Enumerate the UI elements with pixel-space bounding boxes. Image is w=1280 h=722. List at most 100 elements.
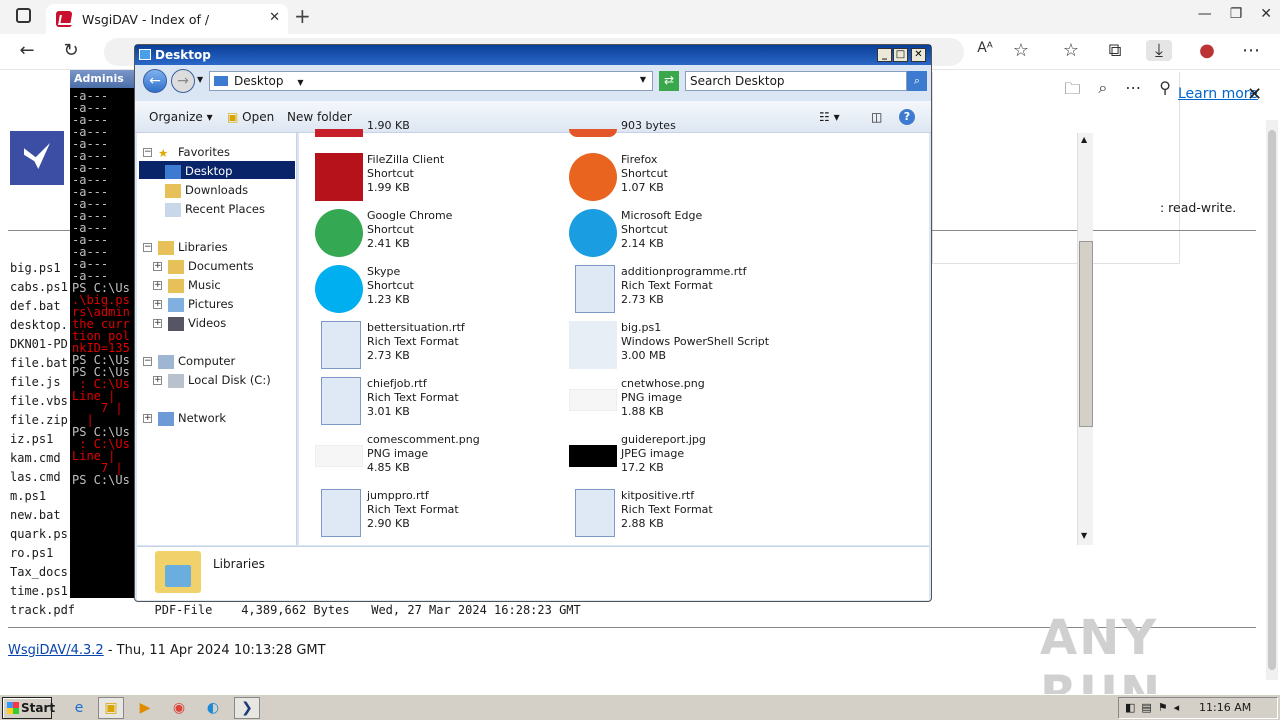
change-view-icon[interactable]: ☷ ▾: [819, 110, 840, 124]
minimize-icon[interactable]: _: [877, 48, 892, 62]
powershell-window[interactable]: -a--- -a--- -a--- -a--- -a--- -a--- -a--- -a---…: [70, 70, 136, 598]
explorer-taskbar-icon[interactable]: ▣: [98, 697, 124, 719]
file-size: 2.73 KB: [621, 293, 664, 306]
file-item[interactable]: chiefjob.rtf Rich Text Format 3.01 KB: [315, 375, 565, 429]
breadcrumb[interactable]: Desktop ▼ ▼: [209, 71, 653, 91]
nav-videos[interactable]: + Videos: [153, 316, 226, 331]
learn-more-link[interactable]: Learn more: [1178, 86, 1258, 102]
file-link[interactable]: DKN01-PD: [10, 337, 68, 351]
favorites-icon[interactable]: ☆: [1058, 40, 1084, 61]
nav-recent-places[interactable]: Recent Places: [165, 202, 265, 217]
file-row-track[interactable]: track.pdf PDF-File 4,389,662 Bytes Wed, …: [10, 603, 581, 617]
nav-documents[interactable]: + Documents: [153, 259, 254, 274]
file-item[interactable]: cnetwhose.png PNG image 1.88 KB: [569, 375, 819, 429]
file-item[interactable]: additionprogramme.rtf Rich Text Format 2.7…: [569, 263, 819, 317]
history-dropdown-icon[interactable]: ▼: [197, 75, 203, 84]
file-link[interactable]: m.ps1: [10, 489, 46, 503]
file-link[interactable]: new.bat: [10, 508, 61, 522]
file-item[interactable]: Microsoft Edge Shortcut 2.14 KB: [569, 207, 819, 261]
close-window-icon[interactable]: ✕: [1260, 6, 1272, 22]
nav-computer[interactable]: − Computer: [143, 354, 235, 369]
maximize-icon[interactable]: □: [893, 48, 908, 62]
file-link[interactable]: quark.ps: [10, 527, 68, 541]
file-link[interactable]: cabs.ps1: [10, 280, 68, 294]
new-tab-button[interactable]: +: [294, 4, 311, 28]
browser-tab[interactable]: WsgiDAV - Index of / ✕: [46, 4, 288, 34]
file-link[interactable]: las.cmd: [10, 470, 61, 484]
collections-icon[interactable]: ⧉: [1102, 40, 1128, 61]
close-icon[interactable]: ✕: [911, 48, 926, 62]
file-link[interactable]: ro.ps1: [10, 546, 53, 560]
more-icon[interactable]: ⋯: [1125, 78, 1141, 105]
media-player-icon[interactable]: ▶: [132, 697, 158, 719]
file-type: PNG image: [621, 391, 683, 404]
nav-pictures[interactable]: + Pictures: [153, 297, 234, 312]
file-item[interactable]: Skype Shortcut 1.23 KB: [315, 263, 565, 317]
page-scrollbar[interactable]: [1266, 120, 1278, 680]
file-link[interactable]: Tax_docs: [10, 565, 68, 579]
tray-icons[interactable]: ◧▤⚑◂: [1125, 701, 1185, 714]
file-link[interactable]: desktop.: [10, 318, 68, 332]
search-icon[interactable]: ⌕: [907, 71, 927, 91]
file-item[interactable]: Firefox Shortcut 1.07 KB: [569, 151, 819, 205]
tab-actions-icon[interactable]: [16, 8, 31, 23]
search-input[interactable]: Search Desktop: [685, 71, 907, 91]
nav-network[interactable]: + Network: [143, 411, 226, 426]
file-item[interactable]: bettersituation.rtf Rich Text Format 2.73 …: [315, 319, 565, 373]
more-menu-icon[interactable]: ⋯: [1238, 40, 1264, 61]
add-favorite-icon[interactable]: ☆: [1008, 40, 1034, 61]
nav-favorites[interactable]: − ★ Favorites: [143, 145, 230, 160]
file-link[interactable]: kam.cmd: [10, 451, 61, 465]
chevron-down-icon[interactable]: ▼: [297, 78, 303, 87]
nav-desktop[interactable]: Desktop: [165, 164, 232, 179]
profile-avatar-icon[interactable]: ●: [1194, 40, 1220, 61]
file-item[interactable]: jumppro.rtf Rich Text Format 2.90 KB: [315, 487, 565, 541]
refresh-icon[interactable]: ⇄: [659, 71, 679, 91]
ie-icon[interactable]: e: [66, 697, 92, 719]
file-item[interactable]: kitpositive.rtf Rich Text Format 2.88 KB: [569, 487, 819, 541]
file-item[interactable]: big.ps1 Windows PowerShell Script 3.00 MB: [569, 319, 819, 373]
nav-downloads[interactable]: Downloads: [165, 183, 248, 198]
powershell-title[interactable]: Adminis: [70, 70, 136, 88]
chrome-taskbar-icon[interactable]: ◉: [166, 697, 192, 719]
file-item[interactable]: guidereport.jpg JPEG image 17.2 KB: [569, 431, 819, 485]
file-link[interactable]: time.ps1: [10, 584, 68, 598]
forward-arrow-icon[interactable]: →: [171, 69, 195, 93]
pin-icon[interactable]: ⚲: [1159, 78, 1171, 105]
file-link[interactable]: file.zip: [10, 413, 68, 427]
tab-close-icon[interactable]: ✕: [269, 10, 280, 25]
open-button[interactable]: ▣ Open: [227, 110, 274, 124]
file-item[interactable]: FileZilla Client Shortcut 1.99 KB: [315, 151, 565, 205]
downloads-icon[interactable]: ⤓: [1146, 40, 1172, 61]
edge-taskbar-icon[interactable]: ◐: [200, 697, 226, 719]
restore-icon[interactable]: ❐: [1230, 6, 1243, 22]
file-link[interactable]: file.bat: [10, 356, 68, 370]
read-aloud-icon[interactable]: Aᴬ: [972, 40, 998, 56]
file-view-scrollbar[interactable]: ▲ ▼: [1077, 133, 1093, 545]
nav-local-disk[interactable]: + Local Disk (C:): [153, 373, 271, 388]
file-item[interactable]: Google Chrome Shortcut 2.41 KB: [315, 207, 565, 261]
search-icon[interactable]: ⌕: [1098, 78, 1107, 105]
reload-icon[interactable]: ↻: [58, 40, 84, 61]
close-banner-icon[interactable]: ✕: [1247, 84, 1262, 105]
file-link[interactable]: big.ps1: [10, 261, 61, 275]
file-link[interactable]: iz.ps1: [10, 432, 53, 446]
file-item[interactable]: comescomment.png PNG image 4.85 KB: [315, 431, 565, 485]
wsgidav-version-link[interactable]: WsgiDAV/4.3.2: [8, 643, 104, 658]
nav-music[interactable]: + Music: [153, 278, 221, 293]
minimize-icon[interactable]: —: [1198, 6, 1212, 22]
powershell-taskbar-icon[interactable]: ❯: [234, 697, 260, 719]
back-icon[interactable]: ←: [14, 40, 40, 61]
file-link[interactable]: file.js: [10, 375, 61, 389]
start-button[interactable]: Start: [2, 697, 55, 719]
file-link[interactable]: def.bat: [10, 299, 61, 313]
organize-button[interactable]: Organize ▾: [149, 110, 213, 124]
open-folder-icon[interactable]: 🗀: [1064, 78, 1080, 105]
nav-libraries[interactable]: − Libraries: [143, 240, 228, 255]
back-arrow-icon[interactable]: ←: [143, 69, 167, 93]
help-icon[interactable]: ?: [899, 109, 915, 125]
address-dropdown-icon[interactable]: ▼: [640, 75, 646, 84]
preview-pane-icon[interactable]: ◫: [871, 110, 882, 124]
explorer-title-bar[interactable]: Desktop _ □ ✕: [135, 45, 931, 65]
file-link[interactable]: file.vbs: [10, 394, 68, 408]
